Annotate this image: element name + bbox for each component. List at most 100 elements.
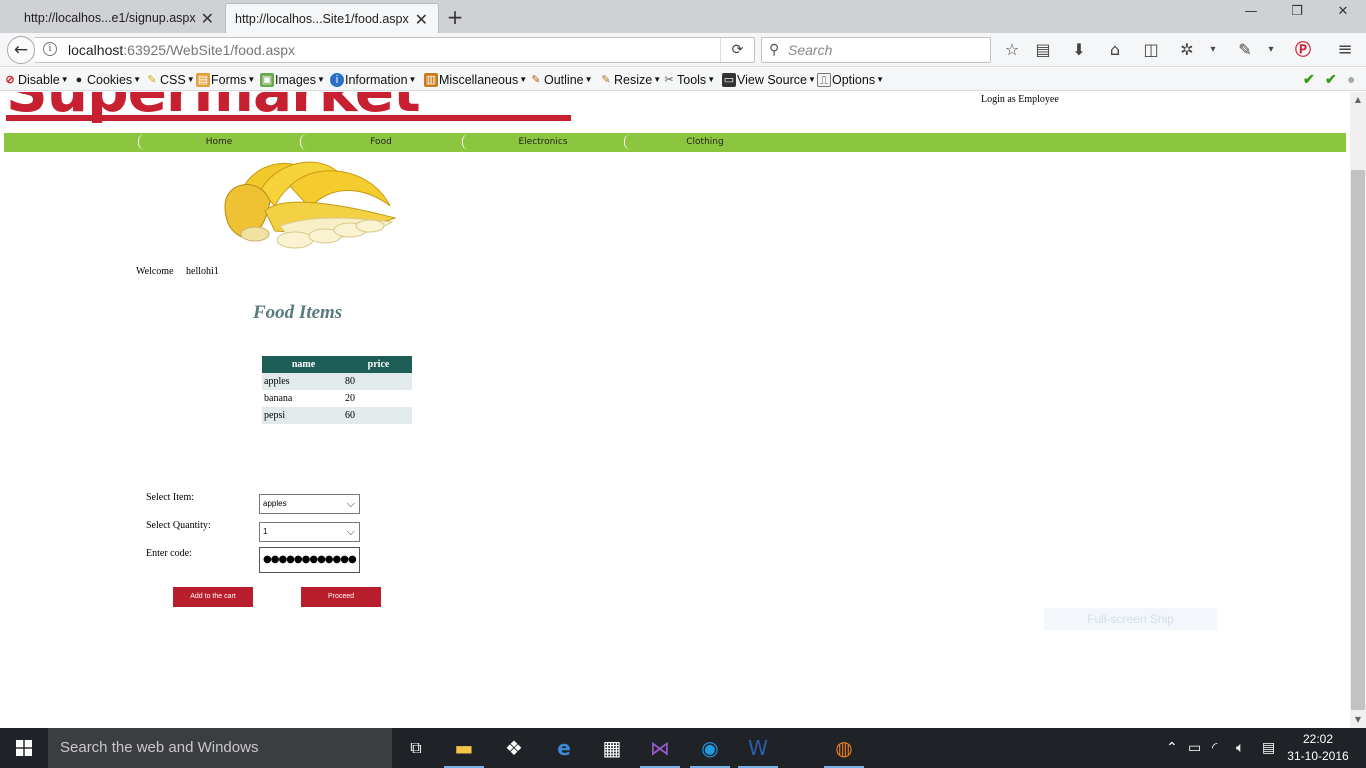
- pocket-icon[interactable]: ◫: [1140, 40, 1162, 60]
- code-password-input[interactable]: ●●●●●●●●●●●●: [259, 547, 360, 573]
- extension-icon[interactable]: ✲: [1176, 40, 1198, 60]
- select-quantity-label: Select Quantity:: [146, 520, 211, 531]
- devbar-view-source[interactable]: ▭ View Source ▼: [722, 71, 816, 88]
- cell-price: 60: [345, 407, 412, 424]
- checkmark-icon[interactable]: ✔: [1325, 71, 1337, 88]
- tab-signup[interactable]: http://localhos...e1/signup.aspx ✕: [0, 3, 224, 33]
- tab-title: http://localhos...Site1/food.aspx: [235, 11, 409, 26]
- add-to-cart-button[interactable]: Add to the cart: [173, 587, 253, 607]
- close-icon[interactable]: ✕: [201, 9, 214, 29]
- devbar-resize[interactable]: ✎ Resize ▼: [599, 71, 661, 88]
- scroll-up-arrow-icon[interactable]: ▲: [1350, 92, 1366, 108]
- chevron-down-icon[interactable]: ▾: [1260, 40, 1282, 60]
- cell-price: 80: [345, 373, 412, 390]
- devbar-label: Resize: [614, 72, 653, 87]
- devbar-forms[interactable]: ▤ Forms ▼: [196, 71, 255, 88]
- devbar-label: Disable: [18, 72, 60, 87]
- url-text: localhost:63925/WebSite1/food.aspx: [68, 42, 295, 58]
- taskbar-clock[interactable]: 22:02 31-10-2016: [1286, 731, 1350, 765]
- cookies-icon: ●: [75, 73, 83, 86]
- devbar-disable[interactable]: ⊘ Disable ▼: [3, 71, 68, 88]
- chevron-down-icon: ⌵: [346, 498, 355, 510]
- table-row: banana 20: [262, 390, 412, 407]
- notifications-icon[interactable]: ▤: [1262, 728, 1275, 768]
- reload-icon[interactable]: ⟳: [720, 38, 754, 62]
- visual-studio-icon[interactable]: ⋈: [636, 728, 684, 768]
- devbar-label: Forms: [211, 72, 247, 87]
- wifi-app-icon[interactable]: ◉: [686, 728, 734, 768]
- minimize-icon[interactable]: —: [1228, 4, 1274, 26]
- home-icon[interactable]: ⌂: [1104, 40, 1126, 60]
- clock-date: 31-10-2016: [1287, 749, 1349, 763]
- url-path: :63925/WebSite1/food.aspx: [123, 42, 296, 58]
- store-icon[interactable]: ▦: [588, 728, 636, 768]
- devbar-options[interactable]: ⎍ Options ▼: [817, 71, 884, 88]
- devbar-label: Options: [832, 72, 876, 87]
- select-quantity-dropdown[interactable]: 1 ⌵: [259, 522, 360, 542]
- back-arrow-icon[interactable]: ←: [7, 36, 35, 64]
- scrollbar-thumb[interactable]: [1351, 170, 1365, 710]
- menu-item-clothing[interactable]: Clothing: [624, 133, 786, 152]
- menu-item-electronics[interactable]: Electronics: [462, 133, 624, 152]
- cell-name: pepsi: [262, 407, 345, 424]
- firefox-icon[interactable]: ◍: [820, 728, 868, 768]
- snip-overlay-label[interactable]: Full-screen Snip: [1044, 608, 1217, 630]
- tools-wrench-icon[interactable]: ✎: [1234, 40, 1256, 60]
- proceed-button[interactable]: Proceed: [301, 587, 381, 607]
- css-icon: ✎: [147, 73, 157, 86]
- login-as-employee-link[interactable]: Login as Employee: [981, 94, 1059, 105]
- devbar-css[interactable]: ✎ CSS ▼: [145, 71, 194, 88]
- info-icon[interactable]: i: [43, 42, 57, 56]
- select-item-dropdown[interactable]: apples ⌵: [259, 494, 360, 514]
- devbar-images[interactable]: ▣ Images ▼: [260, 71, 325, 88]
- devbar-information[interactable]: i Information ▼: [330, 71, 416, 88]
- page-title: Food Items: [253, 302, 343, 323]
- options-icon: ⎍: [817, 72, 831, 87]
- menu-item-home[interactable]: Home: [138, 133, 300, 152]
- word-icon[interactable]: W: [734, 728, 782, 768]
- cell-name: banana: [262, 390, 345, 407]
- chevron-down-icon[interactable]: ▾: [1202, 40, 1224, 60]
- close-icon[interactable]: ✕: [415, 10, 428, 30]
- show-hidden-icons-icon[interactable]: ⌃: [1166, 728, 1178, 768]
- file-explorer-icon[interactable]: ▬: [440, 728, 488, 768]
- search-input[interactable]: ⚲ Search: [761, 37, 991, 63]
- edge-browser-icon[interactable]: e: [540, 728, 588, 768]
- view-source-icon: ▭: [722, 72, 736, 87]
- window-close-icon[interactable]: ✕: [1320, 4, 1366, 26]
- new-tab-plus-icon[interactable]: +: [444, 3, 466, 31]
- pinterest-icon[interactable]: Ⓟ: [1292, 40, 1314, 60]
- url-bar[interactable]: i localhost:63925/WebSite1/food.aspx ⟳: [35, 37, 755, 63]
- volume-icon[interactable]: 🔈︎: [1236, 728, 1244, 768]
- checkmark-icon[interactable]: ✔: [1303, 71, 1315, 88]
- status-circle-icon[interactable]: ●: [1347, 71, 1355, 87]
- cell-price: 20: [345, 390, 412, 407]
- devbar-cookies[interactable]: ● Cookies ▼: [72, 71, 141, 88]
- images-icon: ▣: [260, 72, 274, 87]
- devbar-label: Information: [345, 72, 408, 87]
- taskbar-search-input[interactable]: Search the web and Windows: [48, 728, 392, 768]
- devbar-miscellaneous[interactable]: ▥ Miscellaneous ▼: [424, 71, 527, 88]
- hamburger-menu-icon[interactable]: ≡: [1334, 40, 1356, 60]
- forms-icon: ▤: [196, 72, 210, 87]
- dropbox-icon[interactable]: ❖: [490, 728, 538, 768]
- battery-icon[interactable]: ▭: [1188, 728, 1201, 768]
- restore-icon[interactable]: ❐: [1274, 4, 1320, 26]
- wifi-icon[interactable]: ◜: [1212, 728, 1217, 768]
- devbar-tools[interactable]: ✂ Tools ▼: [662, 71, 715, 88]
- table-row: pepsi 60: [262, 407, 412, 424]
- tab-food[interactable]: http://localhos...Site1/food.aspx ✕: [225, 3, 439, 33]
- menu-item-food[interactable]: Food: [300, 133, 462, 152]
- task-view-icon[interactable]: ⧉: [392, 728, 440, 768]
- bookmark-star-icon[interactable]: ☆: [1001, 40, 1023, 60]
- windows-start-icon[interactable]: [0, 728, 48, 768]
- downloads-icon[interactable]: ⬇: [1068, 40, 1090, 60]
- reading-list-icon[interactable]: ▤: [1032, 40, 1054, 60]
- devbar-outline[interactable]: ✎ Outline ▼: [529, 71, 592, 88]
- outline-icon: ✎: [531, 73, 541, 86]
- enter-code-label: Enter code:: [146, 548, 192, 559]
- devbar-label: Images: [275, 72, 316, 87]
- clock-time: 22:02: [1302, 732, 1334, 746]
- scroll-down-arrow-icon[interactable]: ▼: [1350, 712, 1366, 728]
- select-quantity-value: 1: [263, 527, 268, 536]
